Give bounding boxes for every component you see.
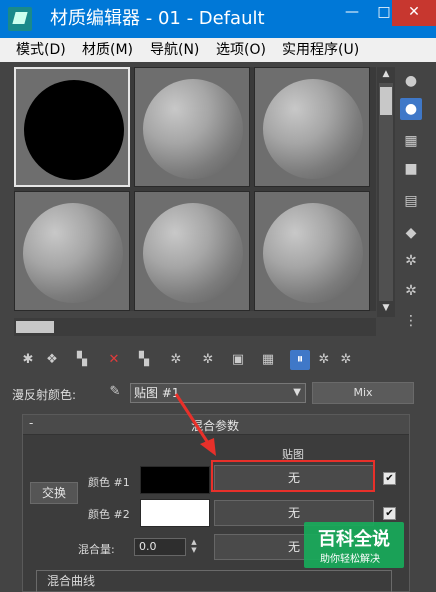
menu-bar: 模式(D) 材质(M) 导航(N) 选项(O) 实用程序(U) [0,38,436,62]
options-icon[interactable]: ✲ [400,250,422,272]
spinner-arrows-icon[interactable]: ▲ ▼ [188,538,200,556]
copy-material-icon[interactable]: ▚ [134,350,154,370]
go-to-parent-icon[interactable]: ✲ [314,350,334,370]
slots-vertical-scrollbar[interactable]: ▲ ▼ [377,67,395,317]
assign-to-selection-icon[interactable]: ▚ [72,350,92,370]
annotation-arrow [174,393,216,456]
sample-slot-1[interactable] [14,67,130,187]
eyedropper-icon[interactable]: ✎ [106,384,124,402]
reset-map-icon[interactable]: ✕ [104,350,124,370]
sample-slot-6[interactable] [254,191,370,311]
material-map-navigator-icon[interactable]: ⋮ [400,310,422,332]
color-2-swatch[interactable] [140,499,210,527]
background-pattern-icon[interactable]: ▦ [400,130,422,152]
sample-slot-3[interactable] [254,67,370,187]
put-to-library-icon[interactable]: ✲ [198,350,218,370]
get-material-icon[interactable]: ✱ [18,350,38,370]
map-type-button[interactable]: Mix [312,382,414,404]
close-button[interactable]: ✕ [392,0,436,26]
rollout-collapse-toggle[interactable]: - [29,416,33,430]
mix-amount-label: 混合量: [78,543,115,556]
material-sphere [263,203,363,303]
material-sphere [143,79,243,179]
highlight-box [211,460,375,492]
menu-utilities[interactable]: 实用程序(U) [282,41,359,59]
sample-slot-area [14,67,376,311]
scroll-thumb[interactable] [16,321,54,333]
color-2-map-checkbox[interactable]: ✔ [383,507,396,520]
video-color-check-icon[interactable]: ▤ [400,190,422,212]
mix-amount-input[interactable]: 0.0 [134,538,186,556]
menu-material[interactable]: 材质(M) [82,41,133,59]
minimize-button[interactable]: — [336,0,368,26]
sample-uv-tiling-icon[interactable]: ■ [400,158,422,180]
material-sphere [143,203,243,303]
menu-options[interactable]: 选项(O) [216,41,266,59]
window-title: 材质编辑器 - 01 - Default [50,8,265,29]
3dsmax-app-icon [8,7,32,31]
show-shaded-in-viewport-icon[interactable]: ▦ [258,350,278,370]
swap-button[interactable]: 交换 [30,482,78,504]
put-to-scene-icon[interactable]: ❖ [42,350,62,370]
material-toolbar: ✱ ❖ ▚ ✕ ▚ ✲ ✲ ▣ ▦ ⏸ ✲ ✲ [14,348,424,372]
title-bar: 材质编辑器 - 01 - Default — □ ✕ [0,0,436,38]
material-id-channel-icon[interactable]: ▣ [228,350,248,370]
make-preview-icon[interactable]: ◆ [400,222,422,244]
color-1-map-checkbox[interactable]: ✔ [383,472,396,485]
watermark-main-text: 百科全说 [318,529,390,550]
chevron-down-icon[interactable]: ▼ [293,384,301,402]
show-end-result-icon[interactable]: ⏸ [290,350,310,370]
backlight-icon[interactable]: ● [400,98,422,120]
watermark-sub-text: 助你轻松解决 [320,554,380,565]
sample-slot-5[interactable] [134,191,250,311]
select-by-material-icon[interactable]: ✲ [400,280,422,302]
material-sphere [24,80,124,180]
material-sphere [23,203,123,303]
make-unique-icon[interactable]: ✲ [166,350,186,370]
sample-slot-2[interactable] [134,67,250,187]
color-1-label: 颜色 #1 [88,476,130,489]
sample-type-icon[interactable]: ● [400,70,422,92]
color-2-label: 颜色 #2 [88,508,130,521]
scroll-down-arrow-icon[interactable]: ▼ [379,301,393,315]
slots-horizontal-scrollbar[interactable] [14,318,376,336]
sample-slot-4[interactable] [14,191,130,311]
diffuse-color-label: 漫反射颜色: [12,388,77,402]
watermark-logo: 百科全说 助你轻松解决 [304,522,404,568]
material-sphere [263,79,363,179]
scroll-thumb[interactable] [380,87,392,115]
menu-mode[interactable]: 模式(D) [16,41,66,59]
scroll-track[interactable] [379,83,393,301]
mix-curve-title: 混合曲线 [44,572,99,589]
go-forward-to-sibling-icon[interactable]: ✲ [336,350,356,370]
color-1-swatch[interactable] [140,466,210,494]
menu-navigation[interactable]: 导航(N) [150,41,199,59]
scroll-up-arrow-icon[interactable]: ▲ [379,67,393,81]
